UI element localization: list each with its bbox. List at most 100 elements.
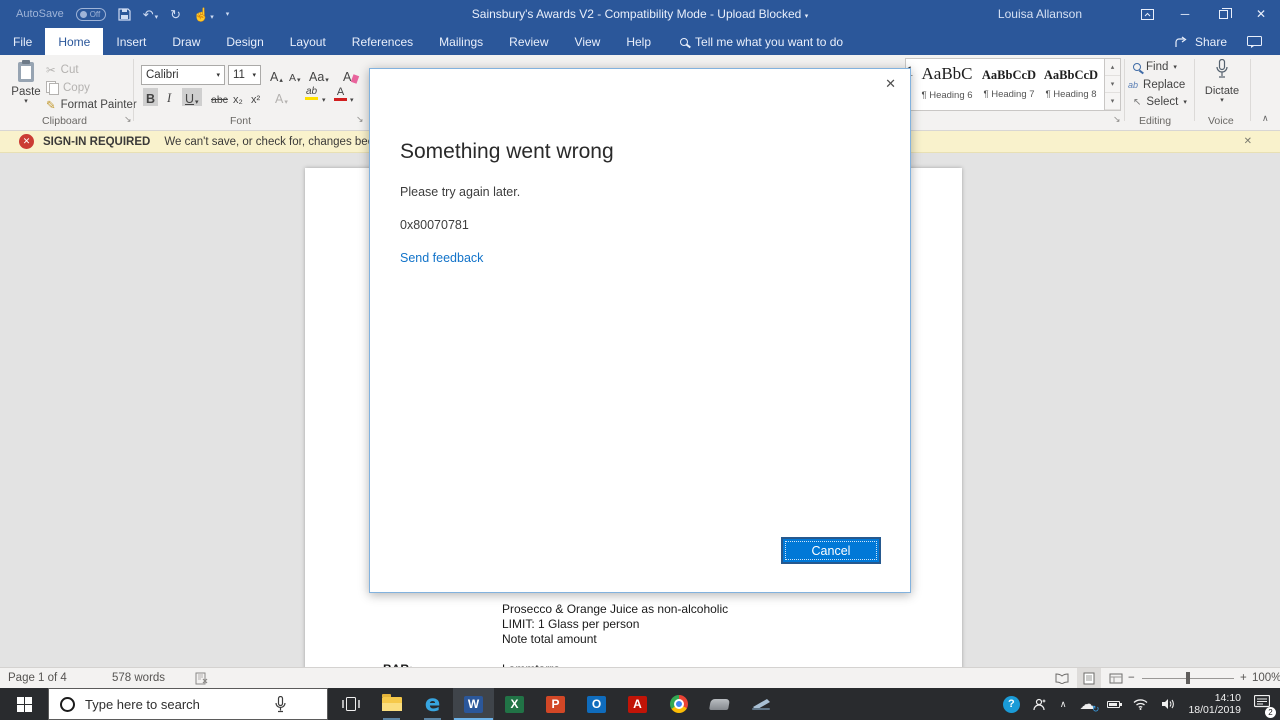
zoom-out-button[interactable]: −: [1128, 668, 1135, 688]
proofing-errors-icon[interactable]: [195, 668, 209, 688]
tab-design[interactable]: Design: [213, 28, 276, 55]
search-input[interactable]: [85, 696, 275, 712]
print-layout-button[interactable]: [1077, 668, 1101, 688]
font-dialog-launcher[interactable]: ↘: [356, 114, 364, 125]
minimize-button[interactable]: ─: [1166, 0, 1204, 28]
tab-home[interactable]: Home: [45, 28, 104, 55]
taskbar-clock[interactable]: 14:10 18/01/2019: [1188, 692, 1241, 716]
styles-scroll-down-icon[interactable]: ▾: [1105, 76, 1120, 93]
taskbar-gray-device[interactable]: [699, 688, 740, 720]
bold-button[interactable]: B: [143, 88, 159, 106]
comments-icon[interactable]: [1247, 35, 1262, 48]
underline-button[interactable]: U ▾: [182, 88, 202, 106]
italic-button[interactable]: I: [164, 88, 174, 106]
word-count[interactable]: 578 words: [112, 668, 165, 688]
copy-button[interactable]: Copy: [46, 81, 90, 95]
wifi-icon[interactable]: [1133, 698, 1148, 710]
action-center-button[interactable]: 2: [1253, 694, 1276, 718]
style-item-heading8[interactable]: AaBbCcD ¶ Heading 8: [1040, 59, 1102, 110]
onedrive-icon[interactable]: ☁ ↻: [1079, 697, 1099, 714]
dictate-button[interactable]: Dictate ▾: [1200, 58, 1244, 104]
font-color-dropdown-icon[interactable]: ▾: [350, 97, 354, 104]
subscript-button[interactable]: x₂: [230, 88, 246, 106]
send-feedback-link[interactable]: Send feedback: [400, 251, 483, 265]
help-tray-icon[interactable]: ?: [1002, 695, 1020, 713]
tab-layout[interactable]: Layout: [277, 28, 339, 55]
taskbar-scanner[interactable]: [740, 688, 781, 720]
taskbar-acrobat[interactable]: A: [617, 688, 658, 720]
collapse-ribbon-button[interactable]: ∧: [1262, 113, 1269, 124]
tab-draw[interactable]: Draw: [159, 28, 213, 55]
taskbar-word-active[interactable]: W: [453, 688, 494, 720]
tab-help[interactable]: Help: [613, 28, 664, 55]
taskbar-outlook[interactable]: O: [576, 688, 617, 720]
paste-button[interactable]: Paste ▾: [9, 60, 43, 105]
shrink-font-button[interactable]: A ▾: [286, 66, 304, 84]
start-button[interactable]: [0, 688, 48, 720]
title-dropdown-icon[interactable]: ▾: [805, 13, 809, 20]
italic-icon: I: [167, 91, 172, 105]
cancel-button[interactable]: Cancel: [781, 537, 881, 564]
select-button[interactable]: ↖ Select ▾: [1133, 96, 1187, 108]
page-count[interactable]: Page 1 of 4: [8, 668, 67, 688]
taskbar-powerpoint[interactable]: P: [535, 688, 576, 720]
task-view-button[interactable]: [330, 688, 371, 720]
style-label: ¶ Heading 8: [1045, 89, 1097, 100]
format-painter-button[interactable]: ✎ Format Painter: [46, 98, 137, 112]
zoom-in-button[interactable]: +: [1240, 668, 1247, 688]
share-button[interactable]: Share: [1175, 35, 1227, 49]
close-button[interactable]: ✕: [1242, 0, 1280, 28]
taskbar-chrome[interactable]: [658, 688, 699, 720]
taskbar-search[interactable]: [48, 688, 328, 720]
clear-formatting-button[interactable]: A: [340, 66, 361, 84]
web-layout-button[interactable]: [1104, 668, 1128, 688]
grow-font-button[interactable]: A ▴: [267, 66, 286, 84]
dialog-close-icon[interactable]: ✕: [885, 76, 896, 92]
message-bar-close-icon[interactable]: ✕: [1244, 136, 1252, 147]
ribbon-display-options-button[interactable]: [1128, 0, 1166, 28]
font-size-combo[interactable]: 11 ▾: [228, 65, 261, 85]
device-icon: [709, 698, 730, 710]
font-family-combo[interactable]: Calibri ▾: [141, 65, 225, 85]
clipboard-dialog-launcher[interactable]: ↘: [124, 114, 132, 125]
change-case-button[interactable]: Aa ▾: [306, 66, 332, 84]
tab-view[interactable]: View: [562, 28, 614, 55]
tell-me-search[interactable]: Tell me what you want to do: [680, 28, 843, 55]
show-hidden-icons-chevron[interactable]: ∧: [1060, 699, 1067, 710]
battery-icon[interactable]: [1107, 700, 1123, 708]
styles-more-icon[interactable]: ▾: [1105, 93, 1120, 110]
tab-review[interactable]: Review: [496, 28, 561, 55]
people-tray-icon[interactable]: [1033, 698, 1047, 711]
taskbar-excel[interactable]: X: [494, 688, 535, 720]
strikethrough-button[interactable]: abc: [208, 88, 231, 106]
search-mic-icon[interactable]: [275, 695, 286, 713]
replace-button[interactable]: ab Replace: [1128, 79, 1185, 91]
account-user-name[interactable]: Louisa Allanson: [998, 0, 1082, 28]
style-item-heading7[interactable]: AaBbCcD ¶ Heading 7: [978, 59, 1040, 110]
zoom-slider-handle[interactable]: [1186, 672, 1190, 684]
superscript-button[interactable]: x²: [248, 88, 263, 106]
tab-references[interactable]: References: [339, 28, 426, 55]
styles-dialog-launcher[interactable]: ↘: [1113, 114, 1121, 125]
zoom-level[interactable]: 100%: [1252, 668, 1280, 688]
tab-mailings[interactable]: Mailings: [426, 28, 496, 55]
styles-scroll-up-icon[interactable]: ▴: [1105, 59, 1120, 76]
tab-insert[interactable]: Insert: [103, 28, 159, 55]
select-dropdown-icon: ▾: [1183, 98, 1187, 106]
taskbar-file-explorer[interactable]: [371, 688, 412, 720]
text-effects-dropdown-icon: ▾: [284, 99, 288, 106]
highlight-dropdown-icon[interactable]: ▾: [322, 97, 326, 104]
volume-icon[interactable]: [1161, 698, 1175, 710]
font-color-bar: [334, 98, 347, 101]
dialog-error-code: 0x80070781: [400, 218, 469, 232]
tab-file[interactable]: File: [0, 28, 45, 55]
find-button[interactable]: Find ▾: [1133, 61, 1177, 73]
cut-button[interactable]: ✂ Cut: [46, 63, 79, 77]
style-item-heading6[interactable]: AaBbC ¶ Heading 6: [916, 59, 978, 110]
highlight-color-button[interactable]: ab: [302, 86, 321, 104]
restore-button[interactable]: [1204, 0, 1242, 28]
read-mode-button[interactable]: [1050, 668, 1074, 688]
text-effects-button[interactable]: A ▾: [272, 88, 291, 106]
taskbar-edge[interactable]: e: [412, 688, 453, 720]
font-color-button[interactable]: A: [331, 86, 350, 104]
